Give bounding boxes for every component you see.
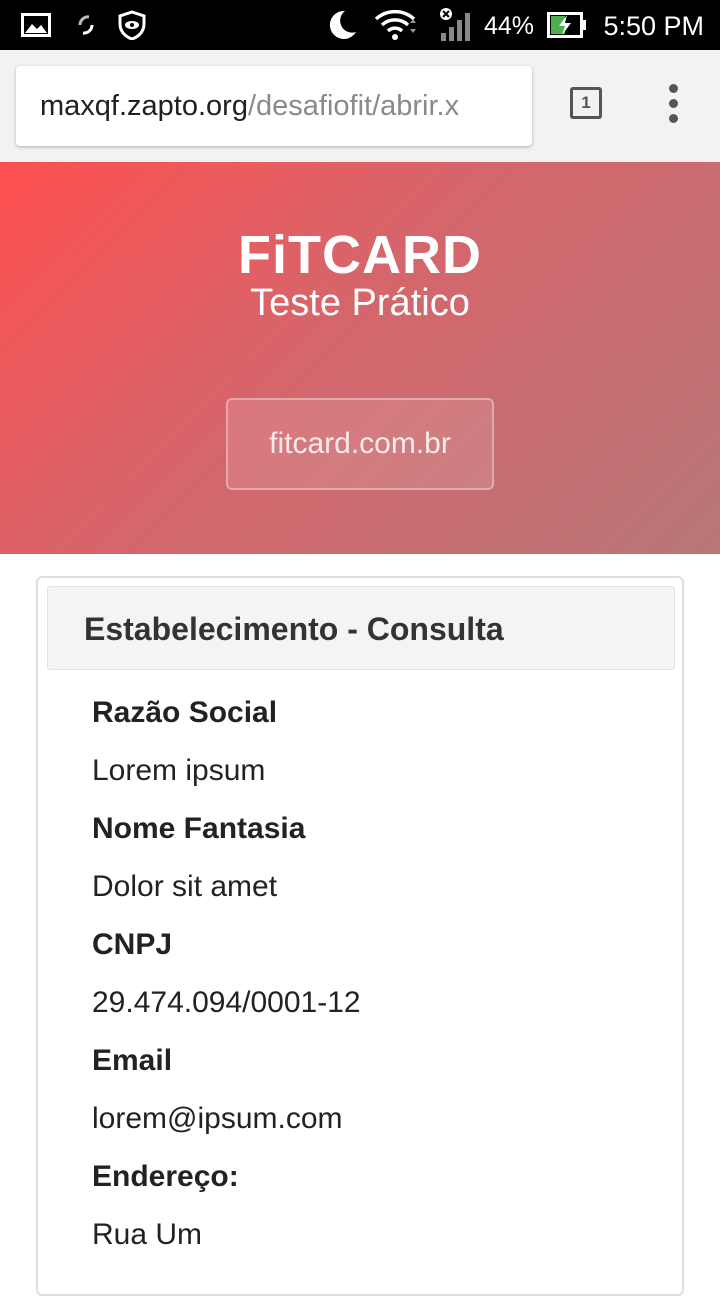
clock-time: 5:50 PM xyxy=(603,11,704,41)
field-label-razao-social: Razão Social xyxy=(92,696,278,729)
hero-subtitle: Teste Prático xyxy=(250,282,470,324)
field-value-nome-fantasia: Dolor sit amet xyxy=(92,870,278,903)
field-label-email: Email xyxy=(92,1044,173,1077)
wifi-icon xyxy=(372,0,418,50)
field-value-razao-social: Lorem ipsum xyxy=(92,754,266,787)
field-value-endereco: Rua Um xyxy=(92,1218,203,1251)
battery-charging-icon xyxy=(546,0,588,50)
website-link-button[interactable]: fitcard.com.br xyxy=(226,398,494,490)
card-title: Estabelecimento - Consulta xyxy=(84,611,504,647)
card-header: Estabelecimento - Consulta xyxy=(47,586,675,670)
url-host: maxqf.zapto.org xyxy=(40,90,248,122)
address-bar[interactable]: maxqf.zapto.org/desafiofit/abrir.x xyxy=(16,66,532,146)
establishment-card: Estabelecimento - Consulta Razão Social … xyxy=(36,576,684,1296)
eye-shield-icon xyxy=(116,0,148,50)
sync-icon xyxy=(72,0,100,50)
brand-title: FiTCARD xyxy=(238,225,482,285)
gallery-icon xyxy=(20,0,52,50)
browser-toolbar: maxqf.zapto.org/desafiofit/abrir.x 1 xyxy=(0,50,720,162)
overflow-menu-icon[interactable] xyxy=(660,84,688,124)
field-label-nome-fantasia: Nome Fantasia xyxy=(92,812,306,845)
battery-percent: 44% xyxy=(484,12,535,40)
tab-count: 1 xyxy=(581,93,591,112)
signal-icon xyxy=(436,0,476,50)
status-bar: 44% 5:50 PM xyxy=(0,0,720,50)
field-value-cnpj: 29.474.094/0001-12 xyxy=(92,986,361,1019)
field-label-endereco: Endereço: xyxy=(92,1160,239,1193)
field-value-email: lorem@ipsum.com xyxy=(92,1102,343,1135)
moon-icon xyxy=(324,0,360,50)
hero-banner: FiTCARD Teste Prático fitcard.com.br xyxy=(0,162,720,554)
field-label-cnpj: CNPJ xyxy=(92,928,173,961)
url-path: /desafiofit/abrir.x xyxy=(247,90,460,122)
tab-switcher-button[interactable]: 1 xyxy=(570,87,602,119)
